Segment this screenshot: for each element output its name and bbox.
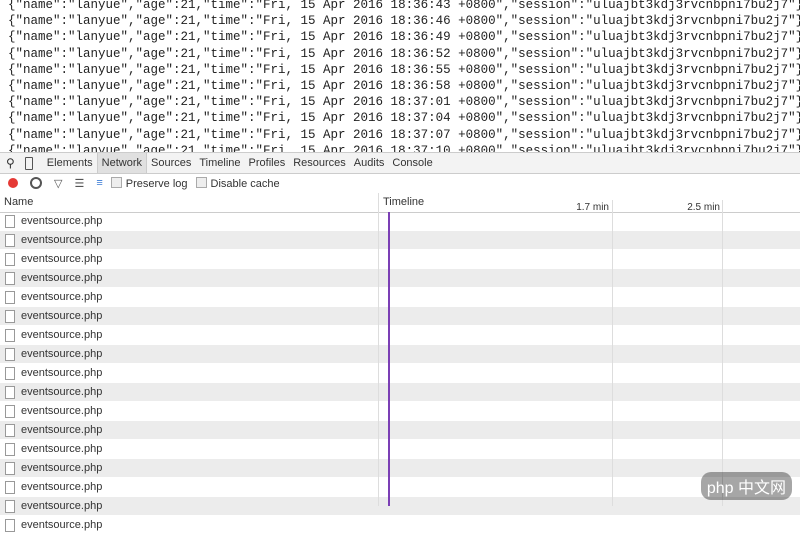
request-row[interactable]: eventsource.php xyxy=(0,364,800,383)
request-row[interactable]: eventsource.php xyxy=(0,402,800,421)
request-row[interactable]: eventsource.php xyxy=(0,212,800,231)
request-name: eventsource.php xyxy=(21,519,103,531)
file-icon xyxy=(5,347,15,361)
file-icon xyxy=(5,214,15,228)
watermark: php 中文网 xyxy=(700,472,792,500)
log-line: {"name":"lanyue","age":21,"time":"Fri, 1… xyxy=(8,14,800,29)
request-name: eventsource.php xyxy=(21,310,103,322)
log-line: {"name":"lanyue","age":21,"time":"Fri, 1… xyxy=(8,111,800,126)
file-icon xyxy=(5,252,15,266)
request-row[interactable]: eventsource.php xyxy=(0,383,800,402)
search-icon[interactable]: ⚲ xyxy=(0,156,21,170)
request-row[interactable]: eventsource.php xyxy=(0,231,800,250)
file-icon xyxy=(5,290,15,304)
request-name: eventsource.php xyxy=(21,215,103,227)
file-icon xyxy=(5,499,15,513)
request-name: eventsource.php xyxy=(21,424,103,436)
request-name: eventsource.php xyxy=(21,348,103,360)
request-name: eventsource.php xyxy=(21,329,103,341)
file-icon xyxy=(5,480,15,494)
column-name[interactable]: Name xyxy=(4,196,33,208)
overview-icon[interactable]: ≡ xyxy=(96,177,102,189)
tab-console[interactable]: Console xyxy=(388,153,436,173)
filter-icon[interactable]: ▽ xyxy=(54,177,62,190)
log-line: {"name":"lanyue","age":21,"time":"Fri, 1… xyxy=(8,127,800,142)
preserve-log-label: Preserve log xyxy=(125,177,188,190)
file-icon xyxy=(5,442,15,456)
column-divider xyxy=(378,193,379,506)
column-timeline[interactable]: Timeline xyxy=(383,196,424,208)
list-view-icon[interactable]: ☰ xyxy=(74,177,84,190)
request-name: eventsource.php xyxy=(21,386,103,398)
request-row[interactable]: eventsource.php xyxy=(0,516,800,535)
disable-cache-checkbox[interactable]: Disable cache xyxy=(195,176,280,190)
request-row[interactable]: eventsource.php xyxy=(0,326,800,345)
response-log: {"name":"lanyue","age":21,"time":"Fri, 1… xyxy=(8,0,800,159)
file-icon xyxy=(5,366,15,380)
request-name: eventsource.php xyxy=(21,462,103,474)
request-name: eventsource.php xyxy=(21,443,103,455)
file-icon xyxy=(5,271,15,285)
request-row[interactable]: eventsource.php xyxy=(0,250,800,269)
request-row[interactable]: eventsource.php xyxy=(0,478,800,497)
device-mode-icon[interactable] xyxy=(24,156,33,170)
request-row[interactable]: eventsource.php xyxy=(0,440,800,459)
requests-header: Name Timeline 1.7 min 2.5 min xyxy=(0,193,800,213)
request-name: eventsource.php xyxy=(21,272,103,284)
log-line: {"name":"lanyue","age":21,"time":"Fri, 1… xyxy=(8,0,800,12)
tab-sources[interactable]: Sources xyxy=(147,153,195,173)
file-icon xyxy=(5,233,15,247)
request-row[interactable]: eventsource.php xyxy=(0,459,800,478)
request-name: eventsource.php xyxy=(21,291,103,303)
tab-resources[interactable]: Resources xyxy=(289,153,350,173)
file-icon xyxy=(5,385,15,399)
network-toolbar: ▽ ☰ ≡ Preserve log Disable cache xyxy=(0,173,800,193)
log-line: {"name":"lanyue","age":21,"time":"Fri, 1… xyxy=(8,30,800,45)
request-row[interactable]: eventsource.php xyxy=(0,307,800,326)
request-name: eventsource.php xyxy=(21,234,103,246)
grid-line xyxy=(722,200,723,506)
request-name: eventsource.php xyxy=(21,253,103,265)
file-icon xyxy=(5,328,15,342)
devtools-tabbar: ⚲ Elements Network Sources Timeline Profiles… xyxy=(0,152,800,174)
file-icon xyxy=(5,518,15,532)
request-name: eventsource.php xyxy=(21,481,103,493)
file-icon xyxy=(5,404,15,418)
log-line: {"name":"lanyue","age":21,"time":"Fri, 1… xyxy=(8,79,800,94)
request-row[interactable]: eventsource.php xyxy=(0,421,800,440)
log-line: {"name":"lanyue","age":21,"time":"Fri, 1… xyxy=(8,95,800,110)
request-row[interactable]: eventsource.php xyxy=(0,288,800,307)
tab-network[interactable]: Network xyxy=(96,153,147,173)
grid-line xyxy=(612,200,613,506)
log-line: {"name":"lanyue","age":21,"time":"Fri, 1… xyxy=(8,62,800,77)
file-icon xyxy=(5,423,15,437)
request-row[interactable]: eventsource.php xyxy=(0,345,800,364)
tab-elements[interactable]: Elements xyxy=(43,153,97,173)
clear-icon[interactable] xyxy=(30,177,42,189)
tab-audits[interactable]: Audits xyxy=(350,153,389,173)
preserve-log-checkbox[interactable]: Preserve log xyxy=(110,176,188,190)
request-list: eventsource.php eventsource.php eventsourc… xyxy=(0,212,800,535)
tab-profiles[interactable]: Profiles xyxy=(245,153,290,173)
request-row[interactable]: eventsource.php xyxy=(0,497,800,516)
log-line: {"name":"lanyue","age":21,"time":"Fri, 1… xyxy=(8,46,800,61)
request-name: eventsource.php xyxy=(21,405,103,417)
request-row[interactable]: eventsource.php xyxy=(0,269,800,288)
file-icon xyxy=(5,461,15,475)
disable-cache-label: Disable cache xyxy=(210,177,280,190)
record-button[interactable] xyxy=(8,178,18,188)
tab-timeline[interactable]: Timeline xyxy=(195,153,244,173)
request-name: eventsource.php xyxy=(21,367,103,379)
timeline-marker xyxy=(388,212,390,506)
file-icon xyxy=(5,309,15,323)
request-name: eventsource.php xyxy=(21,500,103,512)
